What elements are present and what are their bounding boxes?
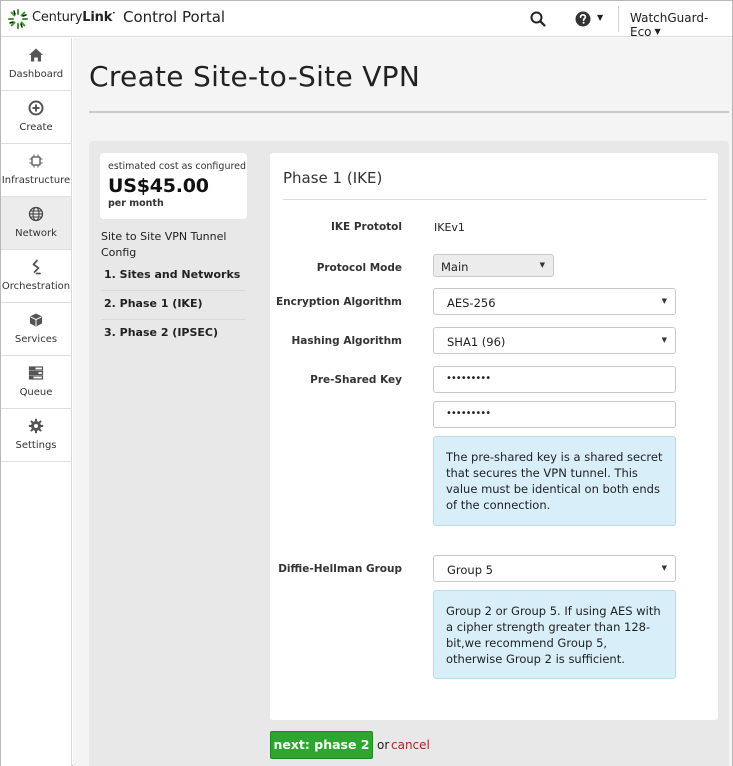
form-divider — [283, 199, 707, 200]
phase1-form: Phase 1 (IKE) IKE Prototol IKEv1 Protoco… — [270, 153, 718, 720]
pre-shared-key-confirm-input[interactable]: ••••••••• — [433, 401, 676, 428]
hashing-algorithm-value: SHA1 (96) — [447, 335, 506, 349]
cost-caption: estimated cost as configured — [108, 161, 247, 172]
account-menu-button[interactable]: WatchGuard-Eco ▼ — [630, 11, 732, 39]
sidebar-item-orchestration[interactable]: Orchestration — [1, 250, 71, 303]
pre-shared-key-label: Pre-Shared Key — [310, 374, 402, 386]
sidebar-item-infrastructure[interactable]: Infrastructure — [1, 144, 71, 197]
step-phase-1[interactable]: 2. Phase 1 (IKE) — [101, 291, 245, 320]
pre-shared-key-input[interactable]: ••••••••• — [433, 366, 676, 393]
chevron-down-icon: ▼ — [661, 564, 667, 572]
wizard-steps-title: Site to Site VPN Tunnel Config — [101, 230, 227, 259]
account-name: WatchGuard-Eco — [630, 11, 709, 39]
step-phase-2[interactable]: 3. Phase 2 (IPSEC) — [101, 320, 245, 349]
search-icon[interactable] — [529, 10, 547, 28]
plus-circle-icon — [28, 100, 44, 116]
chevron-down-icon: ▼ — [597, 13, 604, 22]
cost-period: per month — [108, 198, 164, 209]
sidebar-item-label: Create — [19, 122, 53, 133]
sidebar-item-network[interactable]: Network — [1, 197, 71, 250]
help-menu-button[interactable]: ▼ — [575, 10, 605, 28]
wizard-panel: estimated cost as configured US$45.00 pe… — [89, 141, 729, 766]
queue-icon — [28, 366, 44, 380]
sidebar-item-label: Settings — [15, 440, 57, 451]
topbar-divider — [618, 6, 619, 32]
globe-icon — [28, 206, 44, 222]
cube-icon — [30, 313, 42, 327]
protocol-mode-select[interactable]: Main ▼ — [433, 254, 554, 277]
sidebar-item-label: Services — [14, 334, 58, 345]
chevron-down-icon: ▼ — [539, 261, 545, 269]
centurylink-logo-icon — [8, 9, 28, 29]
sidebar-item-create[interactable]: Create — [1, 91, 71, 144]
sidebar-item-queue[interactable]: Queue — [1, 356, 71, 409]
brand-name: CenturyLink• — [32, 10, 116, 25]
top-bar: CenturyLink• Control Portal ▼ WatchGuard… — [1, 1, 732, 39]
next-phase-2-button[interactable]: next: phase 2 — [270, 731, 373, 759]
hashing-algorithm-label: Hashing Algorithm — [291, 335, 402, 347]
hashing-algorithm-select[interactable]: SHA1 (96) ▼ — [433, 327, 676, 354]
sidebar-item-label: Dashboard — [8, 69, 64, 80]
page-title: Create Site-to-Site VPN — [89, 60, 421, 93]
sidebar-item-label: Network — [15, 228, 57, 239]
or-text: or — [377, 738, 390, 752]
step-sites-and-networks[interactable]: 1. Sites and Networks — [101, 262, 245, 291]
sidebar-item-services[interactable]: Services — [1, 303, 71, 356]
help-icon — [575, 11, 591, 27]
dh-group-select[interactable]: Group 5 ▼ — [433, 555, 676, 582]
sidebar-nav: Dashboard Create Infrastructure Network … — [1, 38, 72, 766]
encryption-algorithm-value: AES-256 — [447, 296, 496, 310]
gear-icon — [28, 418, 44, 434]
cancel-link[interactable]: cancel — [391, 738, 430, 752]
main-content: Create Site-to-Site VPN estimated cost a… — [73, 38, 732, 766]
chevron-down-icon: ▼ — [661, 336, 667, 344]
home-icon — [29, 48, 43, 62]
chip-icon — [29, 154, 43, 168]
pre-shared-key-info: The pre-shared key is a shared secret th… — [433, 436, 676, 526]
protocol-mode-label: Protocol Mode — [316, 262, 402, 274]
dh-group-info: Group 2 or Group 5. If using AES with a … — [433, 590, 676, 679]
orchestration-icon — [32, 259, 41, 275]
sidebar-item-label: Infrastructure — [1, 175, 71, 186]
sidebar-item-dashboard[interactable]: Dashboard — [1, 38, 71, 91]
dh-group-label: Diffie-Hellman Group — [278, 563, 402, 575]
chevron-down-icon: ▼ — [654, 27, 661, 36]
sidebar-item-label: Orchestration — [1, 281, 71, 292]
chevron-down-icon: ▼ — [661, 297, 667, 305]
encryption-algorithm-select[interactable]: AES-256 ▼ — [433, 288, 676, 315]
cost-value: US$45.00 — [108, 175, 209, 197]
sidebar-item-label: Queue — [19, 387, 53, 398]
dh-group-value: Group 5 — [447, 563, 493, 577]
ike-protocol-value: IKEv1 — [434, 221, 465, 234]
app-title: Control Portal — [123, 8, 226, 26]
encryption-algorithm-label: Encryption Algorithm — [275, 296, 402, 308]
cost-estimate-card: estimated cost as configured US$45.00 pe… — [100, 153, 247, 219]
title-divider — [89, 111, 729, 113]
form-heading: Phase 1 (IKE) — [283, 169, 383, 187]
sidebar-item-settings[interactable]: Settings — [1, 409, 71, 462]
ike-protocol-label: IKE Prototol — [330, 221, 402, 233]
protocol-mode-value: Main — [441, 260, 469, 274]
